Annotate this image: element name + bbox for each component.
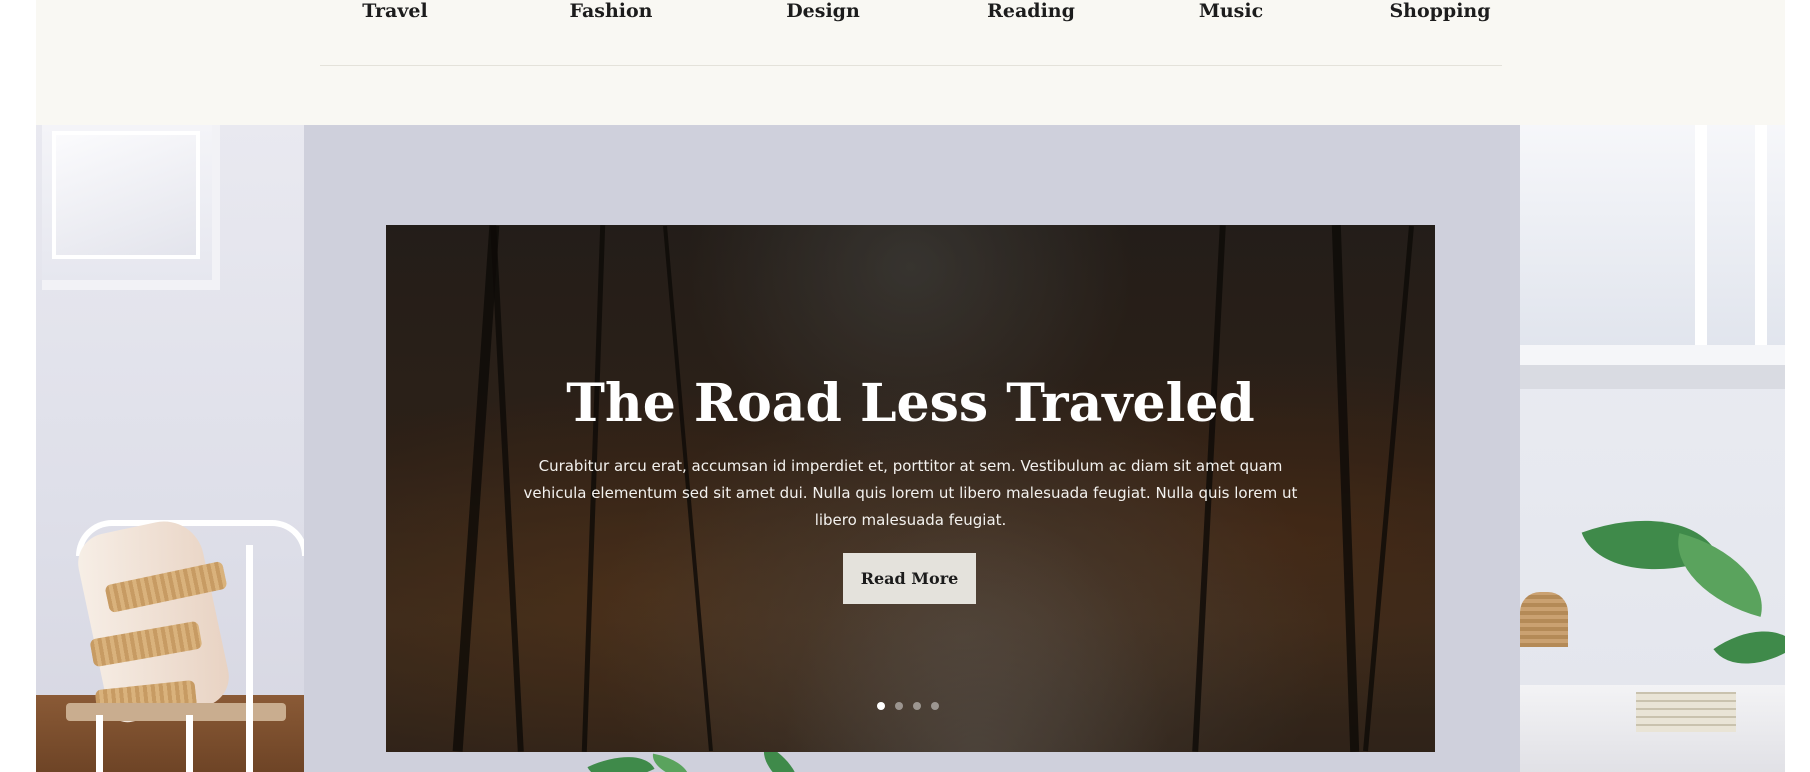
plant-leaf: [1713, 608, 1785, 687]
window-sill: [1520, 365, 1785, 389]
read-more-button[interactable]: Read More: [843, 553, 976, 604]
site-header: Travel Fashion Design Reading Music Shop…: [36, 0, 1785, 125]
nav-item-travel[interactable]: Travel: [356, 0, 434, 22]
slider-dot-1[interactable]: [877, 702, 885, 710]
window-frame: [1755, 125, 1767, 365]
nav-item-music[interactable]: Music: [1189, 0, 1273, 22]
slider-dot-2[interactable]: [895, 702, 903, 710]
chair-leg: [246, 545, 253, 772]
plant-leaf: [1663, 533, 1777, 617]
slide-title: The Road Less Traveled: [566, 373, 1255, 434]
window-pane: [52, 131, 200, 259]
left-wall: [36, 125, 308, 772]
nav-item-shopping[interactable]: Shopping: [1385, 0, 1495, 22]
nav-item-fashion[interactable]: Fashion: [559, 0, 663, 22]
hero-slider: The Road Less Traveled Curabitur arcu er…: [386, 225, 1435, 752]
right-window: [1520, 125, 1785, 365]
left-window: [42, 125, 220, 290]
slider-pagination: [877, 702, 947, 712]
basket: [1520, 592, 1568, 647]
right-wall: [1520, 125, 1785, 772]
hero-background-image: The Road Less Traveled Curabitur arcu er…: [36, 125, 1785, 772]
books: [1636, 692, 1736, 732]
nav-item-reading[interactable]: Reading: [974, 0, 1088, 22]
slide-description: Curabitur arcu erat, accumsan id imperdi…: [523, 457, 1298, 529]
window-frame: [1520, 345, 1785, 365]
chair-leg: [186, 715, 193, 772]
nav-item-design[interactable]: Design: [774, 0, 872, 22]
slider-dot-4[interactable]: [931, 702, 939, 710]
chair-leg: [96, 715, 103, 772]
page: Travel Fashion Design Reading Music Shop…: [0, 0, 1810, 772]
main-nav: Travel Fashion Design Reading Music Shop…: [320, 0, 1502, 66]
window-frame: [1695, 125, 1707, 365]
slider-dot-3[interactable]: [913, 702, 921, 710]
